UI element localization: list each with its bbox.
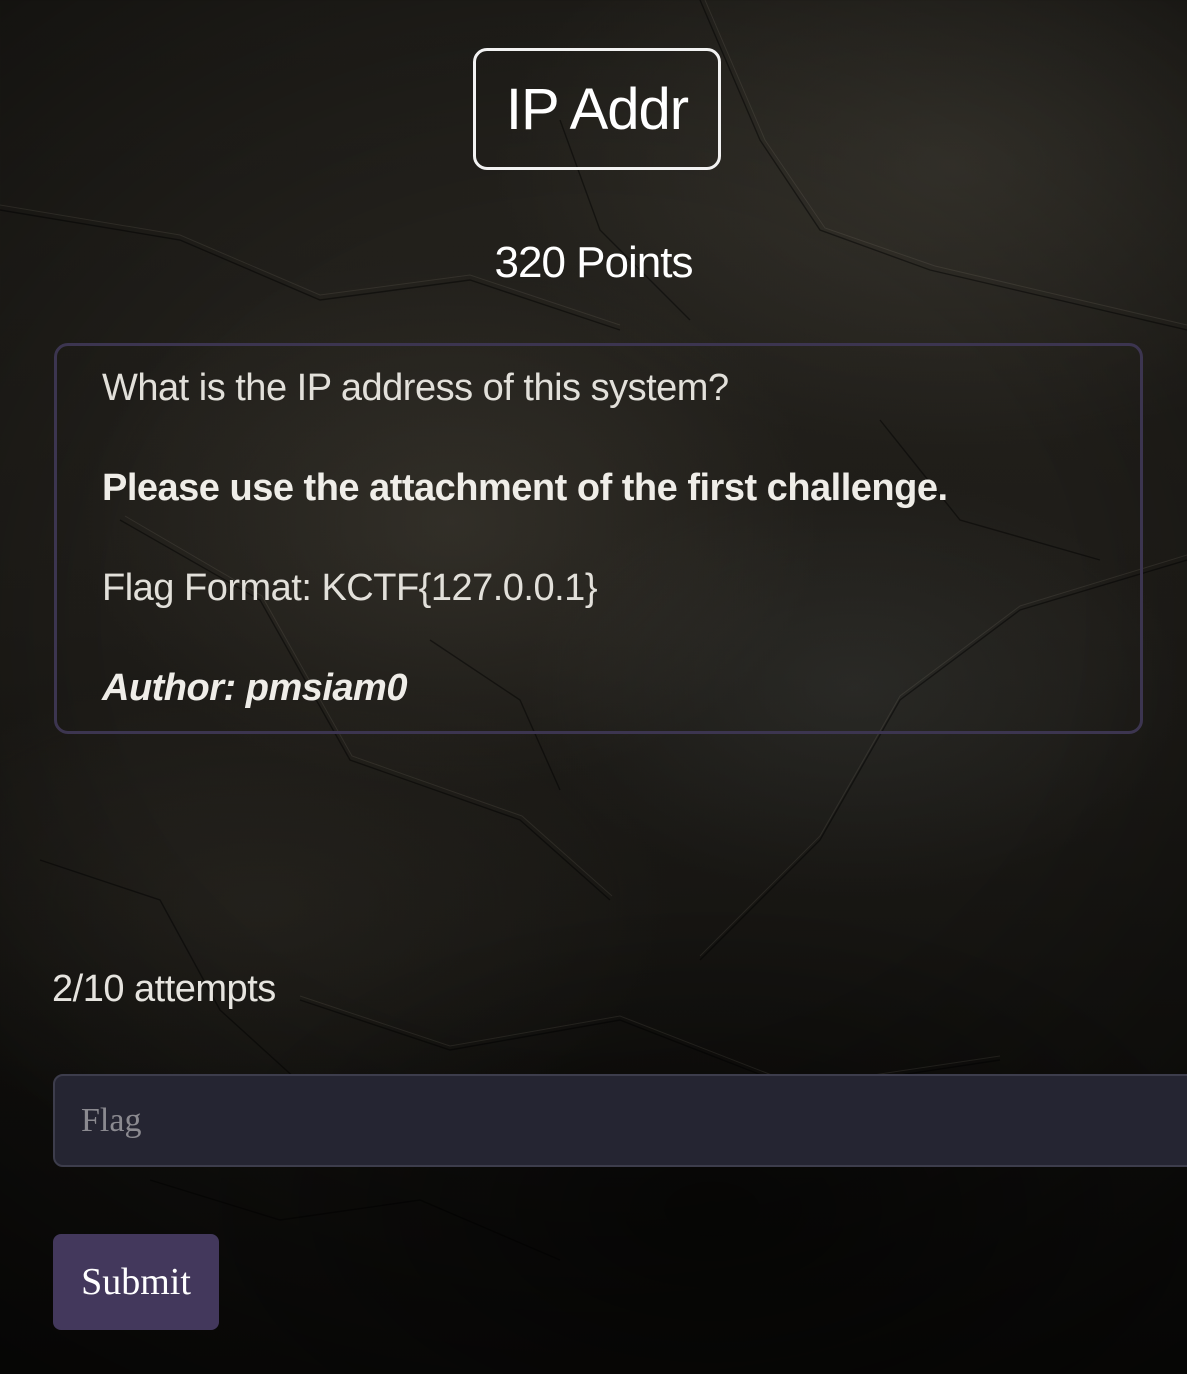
challenge-title: IP Addr	[473, 48, 721, 170]
submit-button[interactable]: Submit	[53, 1234, 219, 1330]
challenge-description: What is the IP address of this system? P…	[54, 343, 1143, 734]
attempts-counter: 2/10 attempts	[52, 968, 276, 1010]
flag-input[interactable]	[53, 1074, 1187, 1167]
flag-format-text: Flag Format: KCTF{127.0.0.1}	[102, 567, 598, 609]
author-text: Author: pmsiam0	[102, 667, 407, 709]
description-note: Please use the attachment of the first c…	[102, 467, 948, 509]
challenge-points: 320 Points	[494, 238, 694, 287]
description-question: What is the IP address of this system?	[102, 367, 729, 409]
